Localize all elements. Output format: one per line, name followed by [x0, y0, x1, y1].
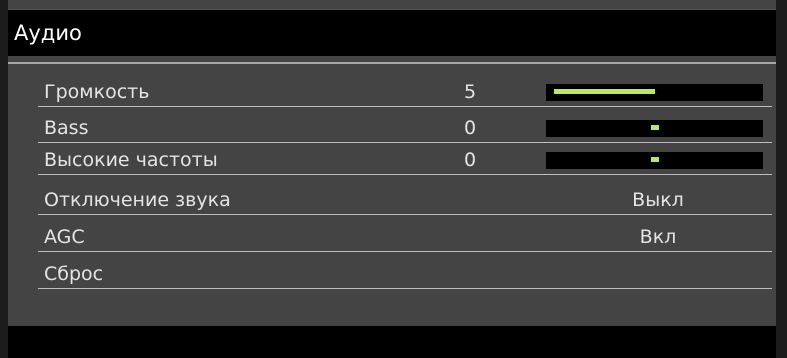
right-frame	[776, 0, 787, 358]
mute-label: Отключение звука	[44, 189, 231, 211]
footer-bar	[8, 326, 776, 358]
title-bar: Аудио	[8, 9, 776, 56]
agc-row[interactable]: AGC Вкл	[38, 223, 772, 252]
volume-row[interactable]: Громкость 5	[38, 78, 772, 107]
treble-value: 0	[464, 149, 477, 171]
treble-label: Высокие частоты	[44, 149, 218, 171]
reset-row[interactable]: Сброс	[38, 260, 772, 289]
bass-slider[interactable]	[546, 120, 763, 137]
agc-value: Вкл	[639, 226, 677, 248]
volume-slider[interactable]	[546, 84, 763, 101]
bass-row[interactable]: Bass 0	[38, 114, 772, 143]
volume-slider-fill	[554, 89, 655, 94]
reset-label: Сброс	[44, 263, 104, 285]
left-frame	[0, 0, 8, 358]
treble-slider-fill	[651, 157, 659, 162]
audio-osd-menu: Аудио Громкость 5 Bass 0 Высокие частоты…	[0, 0, 787, 358]
bass-label: Bass	[44, 117, 89, 139]
bass-value: 0	[464, 117, 477, 139]
divider	[8, 62, 776, 64]
mute-row[interactable]: Отключение звука Выкл	[38, 186, 772, 215]
bass-slider-fill	[651, 125, 659, 130]
mute-value: Выкл	[632, 189, 684, 211]
agc-label: AGC	[44, 226, 85, 248]
treble-row[interactable]: Высокие частоты 0	[38, 146, 772, 175]
treble-slider[interactable]	[546, 152, 763, 169]
volume-label: Громкость	[44, 81, 150, 103]
volume-value: 5	[464, 81, 477, 103]
menu-title: Аудио	[14, 21, 82, 45]
